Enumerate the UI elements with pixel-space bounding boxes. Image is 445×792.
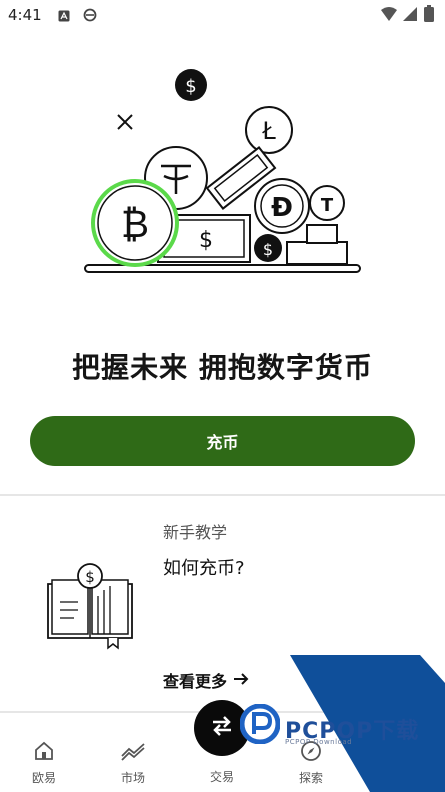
nav-label-market: 市场 — [120, 771, 145, 785]
chart-icon — [98, 740, 168, 765]
nav-item-home[interactable]: 欧易 — [9, 740, 79, 786]
pcpop-logo — [239, 703, 281, 745]
battery-icon — [424, 5, 434, 26]
svg-text:Đ: Đ — [271, 193, 293, 223]
tutorial-category: 新手教学 — [163, 523, 228, 542]
tutorial-title[interactable]: 如何充币? — [163, 554, 245, 580]
nav-item-trade[interactable]: 交易 — [187, 768, 257, 785]
book-dollar-icon: $ — [44, 562, 136, 650]
headline: 把握未来 拥抱数字货币 — [72, 351, 373, 384]
wifi-icon — [380, 6, 398, 26]
crypto-coins-illustration: $ Ł $ Đ T $ ₿ — [60, 60, 380, 290]
svg-text:$: $ — [199, 228, 213, 253]
nav-item-explore[interactable]: 探索 — [276, 740, 346, 786]
deposit-button[interactable]: 充币 — [30, 416, 415, 466]
view-more-label: 查看更多 — [163, 672, 228, 691]
nav-item-market[interactable]: 市场 — [98, 740, 168, 786]
swap-icon — [207, 711, 237, 745]
e-browser-icon — [83, 7, 97, 26]
status-time: 4:41 — [8, 6, 42, 24]
view-more-link[interactable]: 查看更多 — [163, 668, 249, 692]
svg-text:$: $ — [263, 240, 273, 259]
a-box-icon — [58, 7, 70, 26]
divider — [0, 494, 445, 496]
svg-text:T: T — [321, 195, 334, 216]
svg-text:₿: ₿ — [121, 202, 149, 246]
signal-icon — [402, 6, 418, 26]
svg-text:$: $ — [185, 76, 196, 97]
svg-text:Ł: Ł — [261, 117, 276, 145]
status-bar: 4:41 — [0, 0, 445, 32]
nav-label-home: 欧易 — [31, 771, 56, 785]
home-icon — [9, 740, 79, 765]
svg-text:$: $ — [85, 568, 95, 586]
nav-label-explore: 探索 — [298, 771, 323, 785]
watermark-sub: PCPOP Download — [285, 738, 353, 746]
nav-label-trade: 交易 — [209, 770, 234, 784]
arrow-right-icon — [233, 671, 249, 690]
